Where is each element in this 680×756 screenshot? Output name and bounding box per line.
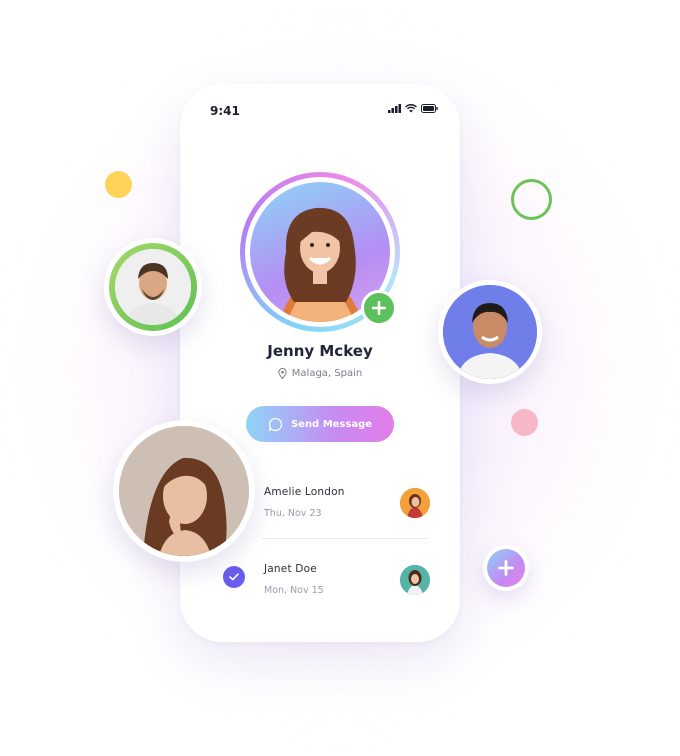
floating-add-button[interactable] [483,545,529,591]
location-pin-icon [278,368,287,379]
avatar-photo [400,488,430,518]
profile-name: Jenny Mckey [267,342,373,360]
wifi-icon [405,104,417,113]
location-text: Malaga, Spain [291,368,363,379]
green-ring-dot [511,179,552,220]
message-sender: Amelie London [264,486,345,498]
message-item[interactable]: Janet Doe Mon, Nov 15 [264,563,430,615]
status-icons [388,104,438,113]
message-avatar [400,565,430,595]
battery-icon [421,104,438,113]
message-sender: Janet Doe [264,563,317,575]
chat-bubble-icon [268,417,283,431]
avatar-photo [400,565,430,595]
message-avatar [400,488,430,518]
read-check-badge [223,566,245,588]
add-friend-button[interactable] [361,290,397,326]
pink-dot [511,409,538,436]
phone-screen: 9:41 Jenny Mckey Malaga, Spain Send Mess… [180,84,460,642]
message-date: Thu, Nov 23 [264,508,322,519]
floating-avatar-woman-left[interactable] [113,420,255,562]
floating-avatar-man-left[interactable] [104,238,202,336]
send-message-label: Send Message [290,418,373,430]
plus-icon [498,560,514,576]
list-divider [262,538,428,539]
send-message-button[interactable]: Send Message [246,406,394,442]
check-icon [229,573,239,581]
message-date: Mon, Nov 15 [264,585,324,596]
profile-location: Malaga, Spain [180,368,460,379]
message-item[interactable]: Amelie London Thu, Nov 23 [264,486,430,538]
man-portrait [115,249,191,325]
floating-avatar-man-right[interactable] [438,280,542,384]
man-portrait [443,285,537,379]
status-time: 9:41 [210,104,240,118]
yellow-dot [105,171,132,198]
signal-icon [388,104,401,113]
plus-icon [372,301,386,315]
woman-portrait [119,426,249,556]
